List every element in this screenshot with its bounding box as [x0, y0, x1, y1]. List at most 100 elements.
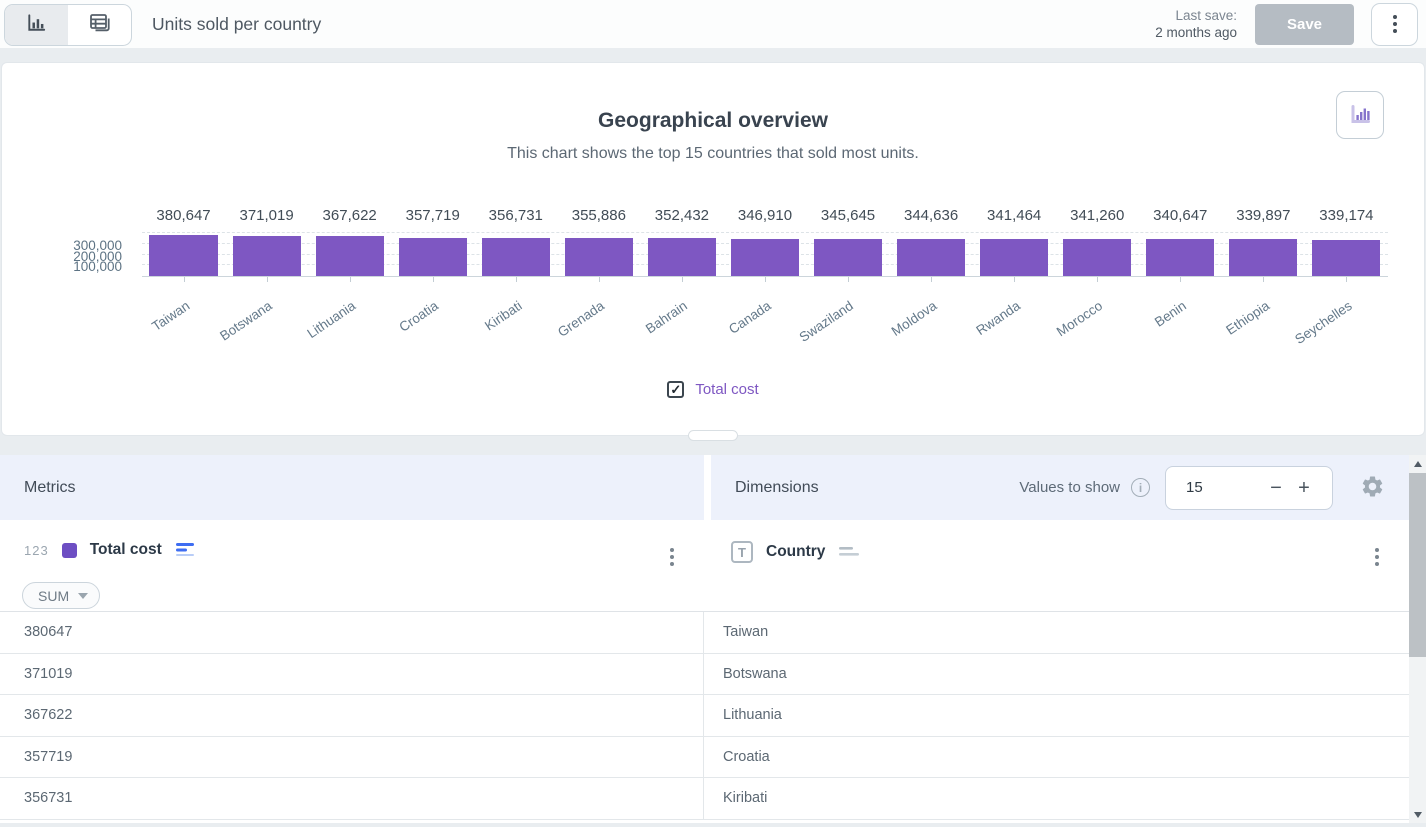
bar-slot: 357,719Croatia [391, 234, 474, 276]
bar[interactable] [980, 239, 1048, 276]
dimension-cell-value: Lithuania [723, 707, 782, 723]
category-label: Ethiopia [1223, 298, 1272, 338]
dimension-cell-value: Croatia [723, 749, 770, 765]
bar[interactable] [897, 239, 965, 276]
scrollbar-thumb[interactable] [1409, 473, 1426, 657]
chevron-down-icon [78, 593, 88, 599]
bar-value-label: 371,019 [239, 207, 293, 224]
category-label: Swaziland [797, 298, 856, 345]
category-label: Lithuania [304, 298, 358, 341]
category-label: Croatia [397, 298, 441, 335]
bar-slot: 352,432Bahrain [640, 234, 723, 276]
bar[interactable] [1229, 239, 1297, 276]
table-row: 380647Taiwan [0, 612, 1426, 654]
metric-color-swatch[interactable] [62, 543, 77, 558]
bar-slot: 356,731Kiribati [474, 234, 557, 276]
metric-cell: 371019 [0, 654, 704, 695]
document-title: Units sold per country [152, 14, 321, 35]
decrement-button[interactable]: − [1262, 478, 1290, 498]
metric-cell: 356731 [0, 778, 704, 819]
bar-slot: 341,464Rwanda [973, 234, 1056, 276]
toolbar-menu-button[interactable] [1371, 3, 1418, 46]
bar-value-label: 380,647 [156, 207, 210, 224]
category-label: Moldova [889, 298, 940, 339]
bar-value-label: 341,260 [1070, 207, 1124, 224]
bar-value-label: 339,897 [1236, 207, 1290, 224]
bar[interactable] [565, 238, 633, 276]
category-label: Kiribati [482, 298, 525, 334]
data-table: 380647Taiwan371019Botswana367622Lithuani… [0, 612, 1426, 820]
panel-resize-handle[interactable] [688, 430, 738, 441]
bar[interactable] [316, 236, 384, 276]
metric-menu-button[interactable] [666, 544, 678, 570]
increment-button[interactable]: + [1290, 478, 1318, 498]
chart-panel: Geographical overview This chart shows t… [1, 62, 1425, 436]
dimension-field-name: Country [766, 543, 825, 561]
bar[interactable] [1146, 239, 1214, 276]
bar[interactable] [731, 239, 799, 276]
scroll-down-arrow[interactable] [1409, 806, 1426, 823]
dimension-cell: Taiwan [704, 612, 1426, 653]
dimension-cell-value: Taiwan [723, 624, 768, 640]
fields-row: 123 Total cost SUM T Coun [0, 520, 1426, 612]
settings-button[interactable] [1360, 474, 1385, 502]
category-label: Botswana [217, 298, 275, 344]
dimension-cell: Croatia [704, 737, 1426, 778]
bar[interactable] [648, 238, 716, 276]
dimension-menu-button[interactable] [1371, 544, 1383, 570]
numeric-type-badge: 123 [24, 543, 49, 558]
bar-value-label: 339,174 [1319, 207, 1373, 224]
y-tick-label: 300,000 [73, 239, 122, 252]
save-button[interactable]: Save [1255, 4, 1354, 45]
bar-value-label: 352,432 [655, 207, 709, 224]
bar[interactable] [149, 235, 217, 276]
bar-value-label: 355,886 [572, 207, 626, 224]
values-to-show-stepper: 15 − + [1165, 466, 1333, 510]
kebab-menu-icon [1393, 15, 1397, 33]
dimension-cell: Kiribati [704, 778, 1426, 819]
bar[interactable] [1312, 240, 1380, 276]
info-icon[interactable]: i [1131, 478, 1150, 497]
bar-plot: 380,647Taiwan371,019Botswana367,622Lithu… [142, 234, 1388, 277]
bar-value-label: 345,645 [821, 207, 875, 224]
aggregation-value: SUM [38, 588, 69, 604]
bar-value-label: 340,647 [1153, 207, 1207, 224]
category-label: Grenada [555, 298, 607, 340]
dimension-sort-icon[interactable] [839, 546, 861, 558]
table-row: 371019 Botswana [0, 654, 1426, 696]
bar-slot: 371,019Botswana [225, 234, 308, 276]
category-label: Rwanda [973, 298, 1022, 338]
chart-type-button[interactable] [1336, 91, 1384, 139]
bar[interactable] [1063, 239, 1131, 276]
dimension-cell-value: Botswana [723, 666, 787, 682]
bar-slot: 367,622Lithuania [308, 234, 391, 276]
metrics-header: Metrics [0, 455, 704, 520]
bar-value-label: 367,622 [323, 207, 377, 224]
values-to-show-input[interactable]: 15 [1186, 479, 1262, 496]
chart-view-toggle-button[interactable] [5, 5, 68, 45]
bar[interactable] [482, 238, 550, 276]
bar-value-label: 356,731 [489, 207, 543, 224]
dimensions-header-label: Dimensions [735, 479, 819, 497]
aggregation-dropdown[interactable]: SUM [22, 582, 100, 609]
category-label: Taiwan [149, 298, 192, 334]
sort-descending-icon[interactable] [176, 542, 198, 558]
metric-cell: 357719 [0, 737, 704, 778]
bar-chart-icon [25, 12, 48, 38]
bar[interactable] [814, 239, 882, 276]
bar[interactable] [399, 238, 467, 276]
chart-legend: ✓ Total cost [2, 381, 1424, 398]
bar-slot: 355,886Grenada [557, 234, 640, 276]
category-label: Canada [726, 298, 774, 337]
scroll-up-arrow[interactable] [1409, 455, 1426, 472]
bar-slot: 339,174Seychelles [1305, 234, 1388, 276]
category-label: Bahrain [643, 298, 690, 336]
legend-checkbox[interactable]: ✓ [667, 381, 684, 398]
metric-field-name: Total cost [90, 541, 162, 559]
legend-label[interactable]: Total cost [695, 381, 758, 398]
table-icon [88, 11, 112, 38]
bar-slot: 340,647Benin [1139, 234, 1222, 276]
values-to-show-label: Values to show [1019, 479, 1120, 496]
bar[interactable] [233, 236, 301, 276]
table-view-toggle-button[interactable] [68, 5, 131, 45]
